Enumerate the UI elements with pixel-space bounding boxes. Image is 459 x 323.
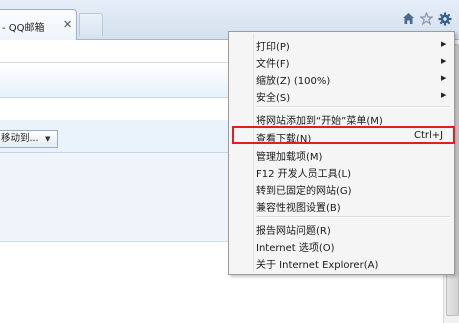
- menu-item-b[interactable]: 兼容性视图设置(B): [231, 197, 452, 214]
- menu-item-label: 文件(F): [256, 59, 290, 70]
- menu-item-label: Internet 选项(O): [256, 243, 335, 254]
- menu-item-label: 将网站添加到“开始”菜单(M): [256, 116, 383, 127]
- gear-icon[interactable]: [438, 12, 452, 29]
- menu-item-label: 关于 Internet Explorer(A): [256, 260, 379, 271]
- menu-item-label: 兼容性视图设置(B): [256, 203, 341, 214]
- menu-item-f[interactable]: 文件(F) ▶: [231, 53, 452, 70]
- menu-item-internet-explorer-a[interactable]: 关于 Internet Explorer(A): [231, 254, 452, 271]
- tools-menu: 打印(P) ▶ 文件(F) ▶ 缩放(Z) (100%) ▶ 安全(S) ▶ 将网站添加到“开始…: [228, 31, 455, 275]
- menu-item-internet-o[interactable]: Internet 选项(O): [231, 237, 452, 254]
- new-tab-button[interactable]: [79, 13, 103, 36]
- menu-item-s[interactable]: 安全(S) ▶: [231, 87, 452, 104]
- menu-item-label: 管理加载项(M): [256, 152, 323, 163]
- chevron-right-icon: ▶: [441, 91, 447, 99]
- move-to-label: 移动到...: [1, 133, 39, 144]
- chevron-right-icon: ▶: [441, 57, 447, 65]
- menu-item-p[interactable]: 打印(P) ▶: [231, 36, 452, 53]
- menu-item-z-100[interactable]: 缩放(Z) (100%) ▶: [231, 70, 452, 87]
- menu-item-m[interactable]: 将网站添加到“开始”菜单(M): [231, 110, 452, 127]
- menu-item-m[interactable]: 管理加载项(M): [231, 146, 452, 163]
- chevron-right-icon: ▶: [441, 74, 447, 82]
- menu-item-label: F12 开发人员工具(L): [256, 169, 352, 180]
- menu-item-r[interactable]: 报告网站问题(R): [231, 220, 452, 237]
- menu-item-label: 缩放(Z) (100%): [256, 76, 331, 87]
- menu-item-label: 打印(P): [256, 42, 290, 53]
- tab-title: - QQ邮箱: [2, 23, 45, 34]
- menu-item-label: 转到已固定的网站(G): [256, 186, 352, 197]
- menu-item-g[interactable]: 转到已固定的网站(G): [231, 180, 452, 197]
- menu-separator: [256, 106, 450, 108]
- menu-item-label: 安全(S): [256, 93, 291, 104]
- chevron-right-icon: ▶: [441, 40, 447, 48]
- close-icon[interactable]: ✕: [63, 18, 72, 31]
- chevron-down-icon: ▼: [45, 135, 51, 143]
- highlight-annotation: [232, 126, 455, 144]
- menu-separator: [256, 216, 450, 218]
- home-icon[interactable]: [402, 12, 415, 29]
- star-icon[interactable]: [418, 11, 435, 29]
- move-to-button[interactable]: 移动到... ▼: [0, 130, 58, 148]
- menu-item-f12-l[interactable]: F12 开发人员工具(L): [231, 163, 452, 180]
- menu-item-label: 报告网站问题(R): [256, 226, 331, 237]
- browser-tab[interactable]: - QQ邮箱 ✕: [0, 9, 77, 40]
